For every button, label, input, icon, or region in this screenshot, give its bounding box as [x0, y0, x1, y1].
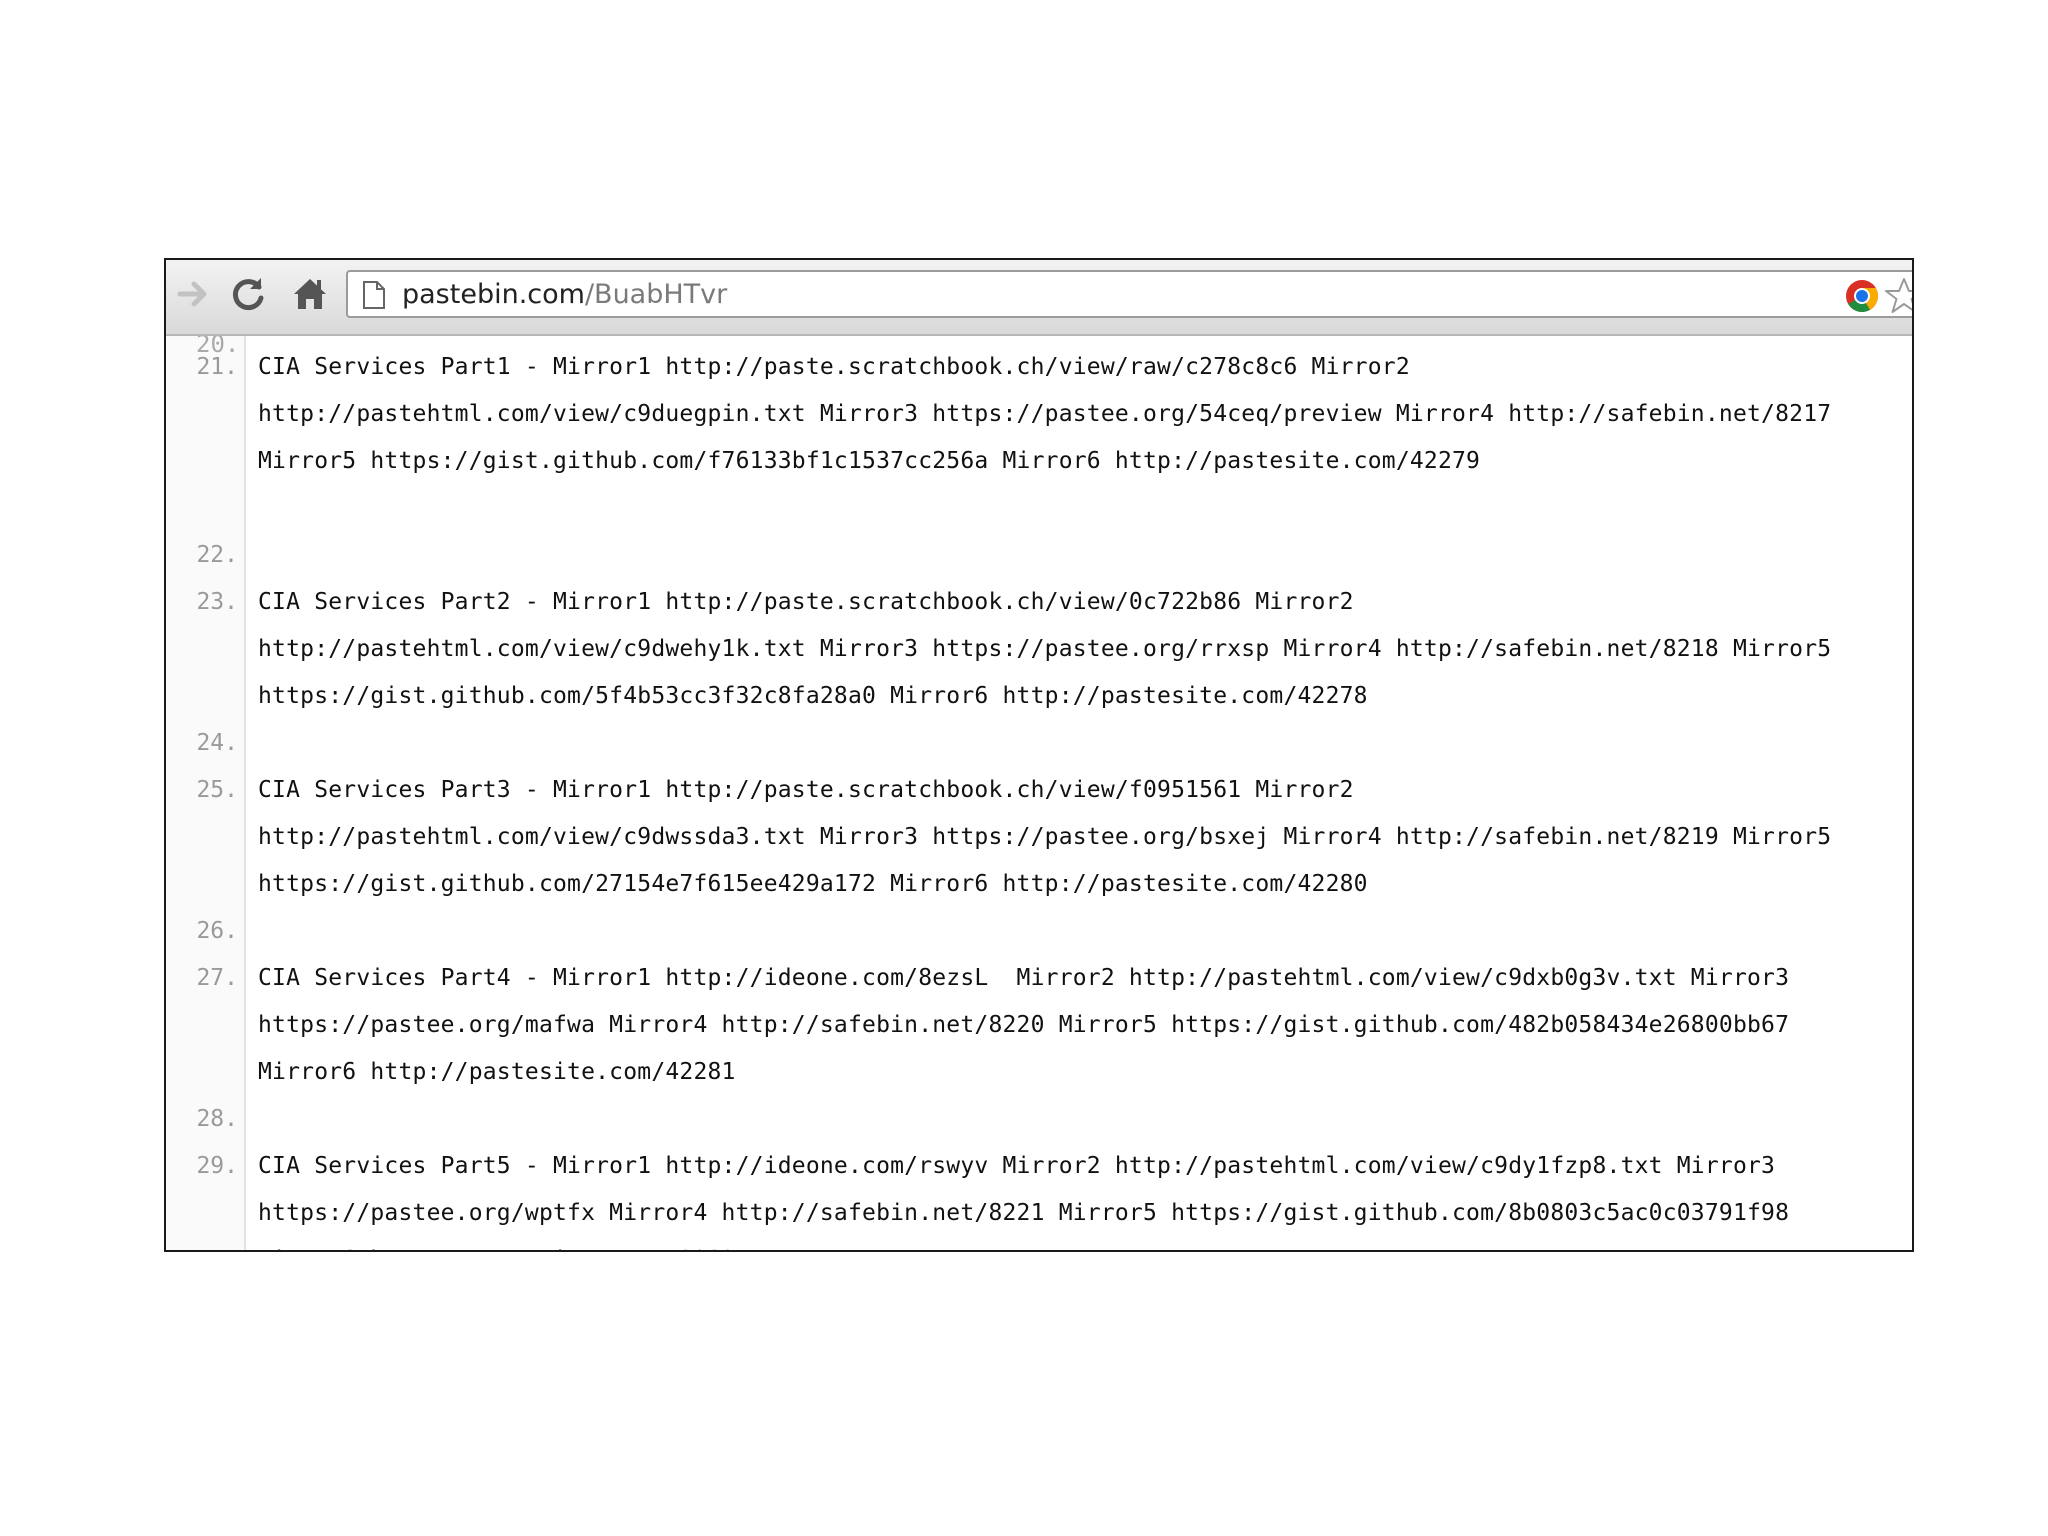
line-text: https://gist.github.com/27154e7f615ee429…	[258, 871, 1368, 897]
address-bar[interactable]: pastebin.com/BuabHTvr	[346, 270, 1912, 318]
url-path: /BuabHTvr	[584, 279, 728, 310]
line-text: Mirror6 http://pastesite.com/42281	[258, 1059, 736, 1085]
browser-window: pastebin.com/BuabHTvr 20. 21. CIA Servic…	[164, 258, 1914, 1252]
line-number: 24.	[196, 730, 238, 756]
url-text: pastebin.com/BuabHTvr	[402, 279, 727, 311]
line-text: CIA Services Part3 - Mirror1 http://past…	[258, 777, 1354, 803]
line-text: https://pastee.org/mafwa Mirror4 http://…	[258, 1012, 1790, 1038]
line-number: 22.	[196, 542, 238, 568]
line-text: https://pastee.org/wptfx Mirror4 http://…	[258, 1200, 1790, 1226]
chrome-extension-icon[interactable]	[1844, 278, 1880, 314]
line-text: https://gist.github.com/5f4b53cc3f32c8fa…	[258, 683, 1368, 709]
line-number: 29.	[196, 1153, 238, 1179]
line-text: CIA Services Part2 - Mirror1 http://past…	[258, 589, 1354, 615]
paste-content: 20. 21. CIA Services Part1 - Mirror1 htt…	[166, 336, 1912, 1250]
url-host: pastebin.com	[402, 279, 585, 310]
line-number: 21.	[196, 354, 238, 380]
forward-arrow-icon[interactable]	[174, 274, 214, 314]
home-icon[interactable]	[290, 274, 330, 314]
bookmark-star-icon[interactable]	[1884, 276, 1914, 316]
line-text: http://pastehtml.com/view/c9dwehy1k.txt …	[258, 636, 1832, 662]
line-number: 28.	[196, 1106, 238, 1132]
line-text: CIA Services Part5 - Mirror1 http://ideo…	[258, 1153, 1776, 1179]
line-text: Mirror6 http://pastesite.com/42282	[258, 1237, 736, 1250]
line-text: http://pastehtml.com/view/c9dwssda3.txt …	[258, 824, 1832, 850]
line-text: CIA Services Part1 - Mirror1 http://past…	[258, 354, 1410, 380]
line-number: 27.	[196, 965, 238, 991]
line-number: 26.	[196, 918, 238, 944]
line-text: CIA Services Part4 - Mirror1 http://ideo…	[258, 965, 1790, 991]
page-icon	[363, 281, 385, 309]
line-text: http://pastehtml.com/view/c9duegpin.txt …	[258, 401, 1832, 427]
browser-toolbar: pastebin.com/BuabHTvr	[166, 260, 1912, 336]
reload-icon[interactable]	[228, 274, 268, 314]
line-number: 25.	[196, 777, 238, 803]
line-number: 23.	[196, 589, 238, 615]
line-text: Mirror5 https://gist.github.com/f76133bf…	[258, 448, 1481, 474]
